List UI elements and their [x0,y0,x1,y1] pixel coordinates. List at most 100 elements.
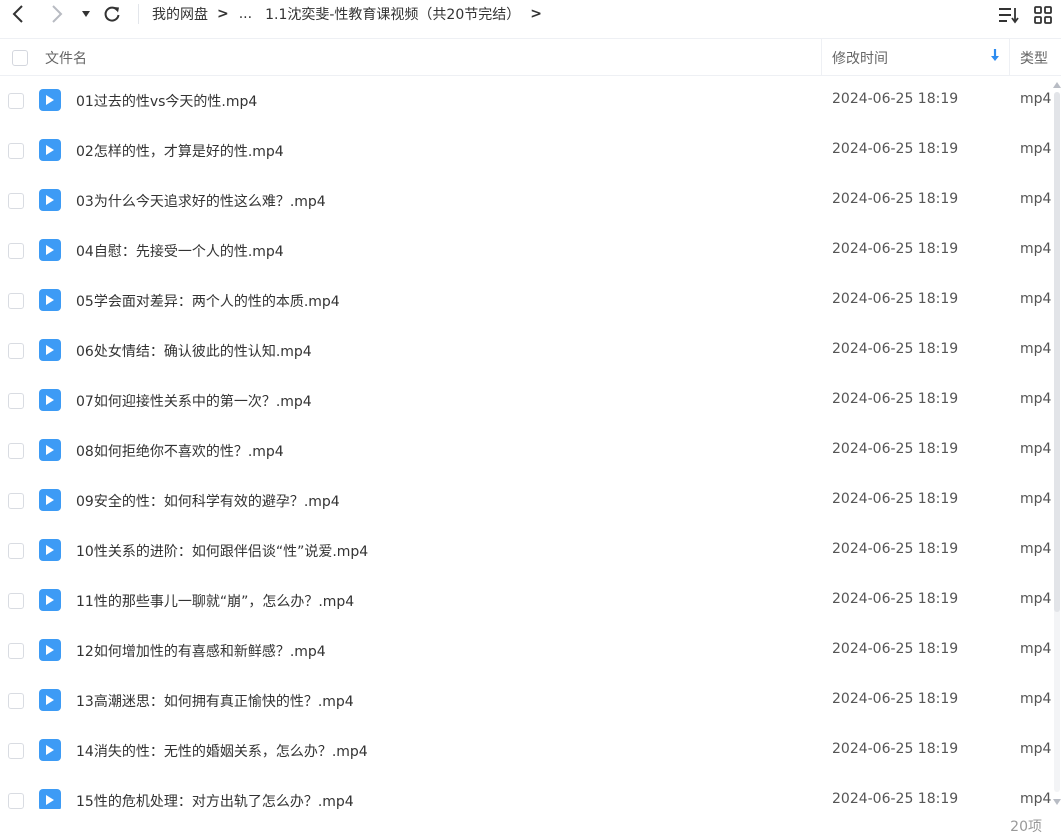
file-name[interactable]: 06处女情结：确认彼此的性认知.mp4 [76,341,312,361]
scroll-thumb[interactable] [1054,92,1060,612]
file-name[interactable]: 13高潮迷思：如何拥有真正愉快的性？.mp4 [76,691,354,711]
breadcrumb-item-my-drive[interactable]: 我的网盘 [152,4,208,24]
file-name[interactable]: 04自慰：先接受一个人的性.mp4 [76,241,284,261]
file-type: mp4 [1020,541,1052,557]
file-row[interactable]: 07如何迎接性关系中的第一次？.mp4 2024-06-25 18:19 mp4 [0,376,1052,426]
file-name[interactable]: 02怎样的性，才算是好的性.mp4 [76,141,284,161]
file-list-header: 文件名 修改时间 类型 [0,38,1061,76]
video-file-icon [39,639,61,661]
row-checkbox[interactable] [8,93,24,109]
file-name[interactable]: 07如何迎接性关系中的第一次？.mp4 [76,391,312,411]
file-modified-time: 2024-06-25 18:19 [832,191,959,207]
scroll-down-arrow-icon[interactable] [1053,799,1061,805]
refresh-button[interactable] [101,2,123,26]
video-file-icon [39,289,61,311]
file-name[interactable]: 01过去的性vs今天的性.mp4 [76,91,257,111]
file-modified-time: 2024-06-25 18:19 [832,741,959,757]
history-dropdown-button[interactable] [79,2,93,26]
file-row[interactable]: 12如何增加性的有喜感和新鲜感？.mp4 2024-06-25 18:19 mp4 [0,626,1052,676]
video-file-icon [39,189,61,211]
breadcrumb-item-ellipsis[interactable]: ... [239,6,252,22]
row-checkbox[interactable] [8,293,24,309]
item-count: 20项 [1010,819,1042,835]
file-row[interactable]: 10性关系的进阶：如何跟伴侣谈“性”说爱.mp4 2024-06-25 18:19… [0,526,1052,576]
vertical-scrollbar[interactable] [1053,76,1061,809]
file-name[interactable]: 08如何拒绝你不喜欢的性？.mp4 [76,441,284,461]
row-checkbox[interactable] [8,643,24,659]
breadcrumb-chevron-icon: > [217,6,229,22]
chevron-left-icon [12,5,23,23]
file-row[interactable]: 15性的危机处理：对方出轨了怎么办？.mp4 2024-06-25 18:19 mp… [0,776,1052,809]
file-row[interactable]: 02怎样的性，才算是好的性.mp4 2024-06-25 18:19 mp4 [0,126,1052,176]
file-modified-time: 2024-06-25 18:19 [832,491,959,507]
row-checkbox[interactable] [8,593,24,609]
row-checkbox[interactable] [8,193,24,209]
sort-lines-icon [999,8,1019,24]
file-row[interactable]: 05学会面对差异：两个人的性的本质.mp4 2024-06-25 18:19 mp4 [0,276,1052,326]
row-checkbox[interactable] [8,243,24,259]
row-checkbox[interactable] [8,143,24,159]
grid-view-icon [1034,6,1052,24]
video-file-icon [39,89,61,111]
file-name[interactable]: 10性关系的进阶：如何跟伴侣谈“性”说爱.mp4 [76,541,368,561]
file-modified-time: 2024-06-25 18:19 [832,691,959,707]
file-name[interactable]: 03为什么今天追求好的性这么难？.mp4 [76,191,326,211]
file-row[interactable]: 08如何拒绝你不喜欢的性？.mp4 2024-06-25 18:19 mp4 [0,426,1052,476]
file-type: mp4 [1020,291,1052,307]
file-row[interactable]: 04自慰：先接受一个人的性.mp4 2024-06-25 18:19 mp4 [0,226,1052,276]
file-row[interactable]: 13高潮迷思：如何拥有真正愉快的性？.mp4 2024-06-25 18:19 mp… [0,676,1052,726]
row-checkbox[interactable] [8,393,24,409]
file-name[interactable]: 09安全的性：如何科学有效的避孕？.mp4 [76,491,340,511]
breadcrumb-item-current-folder[interactable]: 1.1沈奕斐-性教育课视频（共20节完结） [265,4,520,24]
file-name[interactable]: 11性的那些事儿一聊就“崩”，怎么办？.mp4 [76,591,354,611]
video-file-icon [39,339,61,361]
video-file-icon [39,539,61,561]
file-type: mp4 [1020,641,1052,657]
file-row[interactable]: 11性的那些事儿一聊就“崩”，怎么办？.mp4 2024-06-25 18:19 m… [0,576,1052,626]
file-row[interactable]: 01过去的性vs今天的性.mp4 2024-06-25 18:19 mp4 [0,76,1052,126]
column-divider[interactable] [1009,39,1010,76]
video-file-icon [39,589,61,611]
select-all-checkbox[interactable] [12,49,28,66]
file-modified-time: 2024-06-25 18:19 [832,341,959,357]
scroll-up-arrow-icon[interactable] [1053,82,1061,88]
file-name[interactable]: 14消失的性：无性的婚姻关系，怎么办？.mp4 [76,741,368,761]
file-name[interactable]: 12如何增加性的有喜感和新鲜感？.mp4 [76,641,326,661]
breadcrumb: 我的网盘 > ... 1.1沈奕斐-性教育课视频（共20节完结） > [152,3,552,25]
forward-button[interactable] [47,2,67,26]
file-type: mp4 [1020,241,1052,257]
file-row[interactable]: 09安全的性：如何科学有效的避孕？.mp4 2024-06-25 18:19 mp4 [0,476,1052,526]
sort-menu-button[interactable] [998,4,1020,26]
file-name[interactable]: 15性的危机处理：对方出轨了怎么办？.mp4 [76,791,354,809]
column-header-name[interactable]: 文件名 [45,39,87,76]
caret-down-icon [82,11,90,17]
video-file-icon [39,389,61,411]
file-modified-time: 2024-06-25 18:19 [832,791,959,807]
file-name[interactable]: 05学会面对差异：两个人的性的本质.mp4 [76,291,340,311]
row-checkbox[interactable] [8,793,24,809]
video-file-icon [39,489,61,511]
video-file-icon [39,689,61,711]
row-checkbox[interactable] [8,443,24,459]
file-row[interactable]: 14消失的性：无性的婚姻关系，怎么办？.mp4 2024-06-25 18:19 m… [0,726,1052,776]
row-checkbox[interactable] [8,343,24,359]
file-type: mp4 [1020,741,1052,757]
column-header-modified[interactable]: 修改时间 [832,39,888,76]
file-row[interactable]: 06处女情结：确认彼此的性认知.mp4 2024-06-25 18:19 mp4 [0,326,1052,376]
file-type: mp4 [1020,791,1052,807]
grid-view-button[interactable] [1032,4,1054,26]
file-modified-time: 2024-06-25 18:19 [832,241,959,257]
row-checkbox[interactable] [8,743,24,759]
file-list: 01过去的性vs今天的性.mp4 2024-06-25 18:19 mp4 02怎样的… [0,76,1052,809]
file-type: mp4 [1020,141,1052,157]
column-header-type[interactable]: 类型 [1020,39,1048,76]
back-button[interactable] [8,2,28,26]
sort-descending-button[interactable] [989,48,1001,66]
breadcrumb-chevron-icon[interactable]: > [530,6,542,22]
row-checkbox[interactable] [8,543,24,559]
column-divider[interactable] [821,39,822,76]
video-file-icon [39,239,61,261]
row-checkbox[interactable] [8,493,24,509]
row-checkbox[interactable] [8,693,24,709]
file-row[interactable]: 03为什么今天追求好的性这么难？.mp4 2024-06-25 18:19 mp4 [0,176,1052,226]
